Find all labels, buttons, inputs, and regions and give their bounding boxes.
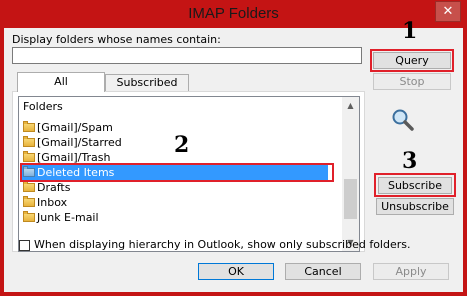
dialog-body: Display folders whose names contain: All… [4,18,463,292]
ok-button[interactable]: OK [198,263,274,280]
annotation-number-3: 3 [402,148,418,174]
cancel-button-label: Cancel [304,265,342,278]
filter-input[interactable] [12,47,362,64]
list-header: Folders [23,100,63,113]
list-item-label: Junk E-mail [37,211,99,224]
magnifier-icon [390,107,416,133]
annotation-box-query [370,49,454,72]
list-item[interactable]: [Gmail]/Spam [23,120,113,135]
annotation-number-1: 1 [402,18,418,44]
stop-button[interactable]: Stop [373,73,451,90]
annotation-number-2: 2 [174,132,190,158]
apply-button-label: Apply [395,265,427,278]
close-button[interactable]: ✕ [435,1,461,22]
folder-icon [23,181,35,192]
folder-icon [23,196,35,207]
folder-icon [23,151,35,162]
subscribed-only-checkbox[interactable] [19,240,30,251]
imap-folders-window: IMAP Folders ✕ Display folders whose nam… [0,0,467,296]
tab-subscribed-label: Subscribed [116,76,178,89]
stop-button-label: Stop [399,75,425,88]
unsubscribe-button-label: Unsubscribe [381,200,449,213]
tab-all[interactable]: All [17,72,105,92]
annotation-box-subscribe [374,173,456,197]
list-item[interactable]: Inbox [23,195,67,210]
ok-button-label: OK [228,265,244,278]
scroll-up-icon[interactable]: ▲ [342,97,359,114]
list-item[interactable]: [Gmail]/Starred [23,135,122,150]
subscribed-only-label: When displaying hierarchy in Outlook, sh… [34,238,411,251]
folder-icon [23,121,35,132]
tab-subscribed[interactable]: Subscribed [105,74,189,92]
tab-all-label: All [54,75,68,88]
unsubscribe-button[interactable]: Unsubscribe [376,198,454,215]
folder-icon [23,136,35,147]
list-item-label: [Gmail]/Spam [37,121,113,134]
apply-button[interactable]: Apply [373,263,449,280]
list-scrollbar[interactable]: ▲ ▼ [342,97,359,251]
filter-label: Display folders whose names contain: [12,33,221,46]
list-item[interactable]: Junk E-mail [23,210,99,225]
list-item-label: Inbox [37,196,68,209]
annotation-box-deleted-items [20,163,334,182]
folder-icon [23,211,35,222]
list-item[interactable]: Drafts [23,180,70,195]
cancel-button[interactable]: Cancel [285,263,361,280]
window-title: IMAP Folders [188,5,279,22]
list-item-label: [Gmail]/Starred [37,136,122,149]
scroll-thumb[interactable] [344,179,357,219]
list-item-label: Drafts [37,181,71,194]
